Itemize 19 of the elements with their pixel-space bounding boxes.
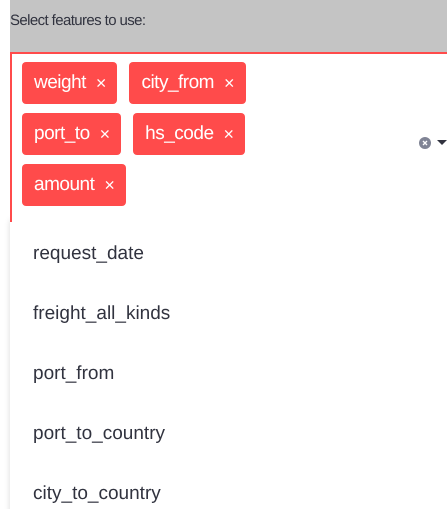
tag-label: amount bbox=[34, 172, 94, 197]
dropdown-option[interactable]: port_from bbox=[10, 344, 447, 404]
multiselect-field[interactable]: weight × city_from × port_to × hs_code × amount × bbox=[10, 52, 447, 222]
field-label: Select features to use: bbox=[10, 12, 146, 29]
dropdown-option[interactable]: request_date bbox=[10, 224, 447, 284]
remove-tag-button[interactable]: × bbox=[100, 125, 110, 143]
tag-label: city_from bbox=[141, 70, 214, 95]
remove-tag-button[interactable]: × bbox=[224, 125, 234, 143]
tag-label: port_to bbox=[34, 122, 90, 146]
remove-tag-button[interactable]: × bbox=[104, 176, 115, 194]
caret-icon[interactable] bbox=[437, 138, 447, 148]
dropdown-option[interactable]: port_to_country bbox=[10, 404, 447, 464]
tag-label: hs_code bbox=[145, 122, 214, 146]
remove-tag-button[interactable]: × bbox=[96, 74, 106, 92]
tag-label: weight bbox=[34, 70, 86, 95]
remove-tag-button[interactable]: × bbox=[224, 74, 235, 92]
dropdown-option[interactable]: freight_all_kinds bbox=[10, 284, 447, 344]
clear-icon[interactable] bbox=[419, 137, 431, 149]
dropdown-option[interactable]: city_to_country bbox=[10, 464, 447, 509]
